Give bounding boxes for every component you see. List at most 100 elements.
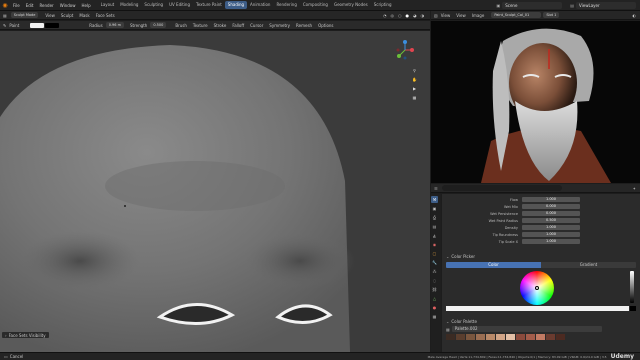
viewport-menu-view[interactable]: View	[45, 13, 55, 18]
secondary-color-swatch[interactable]	[45, 22, 60, 28]
tab-texture-paint[interactable]: Texture Paint	[193, 1, 225, 9]
viewport-menu-face-sets[interactable]: Face Sets	[96, 13, 115, 18]
brush-name[interactable]: Paint	[9, 23, 19, 28]
palette-swatch[interactable]	[506, 334, 515, 340]
pan-hand-icon[interactable]: ✋	[411, 76, 418, 83]
color-wheel-cursor[interactable]	[535, 286, 539, 290]
material-tab-icon[interactable]: ●	[431, 304, 438, 311]
output-tab-icon[interactable]: ⎙	[431, 214, 438, 221]
palette-swatch[interactable]	[466, 334, 475, 340]
menu-file[interactable]: File	[10, 3, 23, 8]
tab-rendering[interactable]: Rendering	[273, 1, 299, 9]
mode-selector[interactable]: Sculpt Mode	[10, 12, 39, 18]
tab-uv-editing[interactable]: UV Editing	[166, 1, 193, 9]
palette-swatch[interactable]	[456, 334, 465, 340]
color-wheel[interactable]	[520, 271, 554, 305]
tab-modeling[interactable]: Modeling	[117, 1, 141, 9]
property-field[interactable]: 0.500	[522, 218, 580, 223]
palette-swatch[interactable]	[486, 334, 495, 340]
palette-swatch[interactable]	[526, 334, 535, 340]
3d-viewport[interactable]: ⚲ ✋ ▶ ▦ › Face Sets Visibility	[0, 31, 430, 352]
palette-swatch[interactable]	[516, 334, 525, 340]
rendered-shading-icon[interactable]: ◑	[421, 13, 425, 18]
viewport-menu-mask[interactable]: Mask	[79, 13, 89, 18]
palette-name-field[interactable]: Palette.002	[451, 326, 602, 332]
palette-swatch[interactable]	[496, 334, 505, 340]
palette-swatch[interactable]	[546, 334, 555, 340]
popover-options[interactable]: Options	[318, 23, 333, 28]
image-menu-0[interactable]: View	[441, 13, 451, 18]
perspective-toggle-icon[interactable]: ▦	[411, 94, 418, 101]
menu-window[interactable]: Window	[57, 3, 79, 8]
menu-edit[interactable]: Edit	[23, 3, 37, 8]
tool-tab-icon[interactable]: ⚒	[431, 196, 438, 203]
display-channels-icon[interactable]: ◐	[633, 13, 637, 18]
modifier-tab-icon[interactable]: 🔧	[431, 259, 438, 266]
object-tab-icon[interactable]: ▢	[431, 250, 438, 257]
wireframe-shading-icon[interactable]: ○	[398, 13, 402, 18]
brush-icon[interactable]: ✎	[3, 23, 6, 28]
constraints-tab-icon[interactable]: ⛓	[431, 286, 438, 293]
scene-tab-icon[interactable]: ◭	[431, 232, 438, 239]
radius-field[interactable]: 0.96 m	[105, 22, 125, 28]
property-field[interactable]: 0.000	[522, 211, 580, 216]
popover-remesh[interactable]: Remesh	[296, 23, 312, 28]
texture-tab-icon[interactable]: ▦	[431, 313, 438, 320]
property-field[interactable]: 1.000	[522, 239, 580, 244]
property-field[interactable]: 1.000	[522, 232, 580, 237]
value-slider[interactable]	[630, 271, 634, 303]
physics-tab-icon[interactable]: ◌	[431, 277, 438, 284]
properties-editor-icon[interactable]: ☰	[434, 186, 438, 191]
popover-symmetry[interactable]: Symmetry	[269, 23, 290, 28]
property-field[interactable]: 0.000	[522, 204, 580, 209]
render-name-field[interactable]: Paint_Sculpt_Col_01	[491, 12, 542, 18]
tab-layout[interactable]: Layout	[98, 1, 118, 9]
tab-sculpting[interactable]: Sculpting	[141, 1, 166, 9]
particles-tab-icon[interactable]: ⁂	[431, 268, 438, 275]
editor-type-icon[interactable]: ▦	[3, 13, 7, 18]
viewport-menu-sculpt[interactable]: Sculpt	[61, 13, 74, 18]
popover-cursor[interactable]: Cursor	[250, 23, 263, 28]
property-field[interactable]: 1.000	[522, 197, 580, 202]
color-palette-panel-header[interactable]: ⌄ Color Palette	[442, 318, 640, 325]
popover-brush[interactable]: Brush	[175, 23, 187, 28]
palette-swatch[interactable]	[556, 334, 565, 340]
strength-field[interactable]: 0.500	[150, 22, 167, 28]
render-preview[interactable]	[431, 21, 640, 183]
color-swatch-bar[interactable]	[446, 306, 636, 311]
menu-render[interactable]: Render	[36, 3, 56, 8]
slot-selector[interactable]: Slot 1	[543, 12, 560, 18]
view-layer-tab-icon[interactable]: ▤	[431, 223, 438, 230]
palette-swatch[interactable]	[476, 334, 485, 340]
palette-swatch[interactable]	[536, 334, 545, 340]
popover-texture[interactable]: Texture	[193, 23, 208, 28]
image-menu-1[interactable]: View	[456, 13, 466, 18]
popover-falloff[interactable]: Falloff	[232, 23, 244, 28]
popover-stroke[interactable]: Stroke	[214, 23, 227, 28]
properties-search-field[interactable]	[441, 185, 562, 191]
material-shading-icon[interactable]: ◕	[413, 13, 417, 18]
view-layer-selector[interactable]: ViewLayer	[576, 1, 636, 9]
visibility-icon[interactable]: ◔	[383, 13, 387, 18]
palette-swatch[interactable]	[446, 334, 455, 340]
color-picker-panel-header[interactable]: ⌄ Color Picker	[442, 253, 640, 260]
navigation-gizmo[interactable]	[394, 39, 416, 61]
solid-shading-icon[interactable]: ●	[406, 13, 410, 18]
brush-color-swatch[interactable]	[30, 22, 45, 28]
render-tab-icon[interactable]: ▣	[431, 205, 438, 212]
tab-compositing[interactable]: Compositing	[300, 1, 331, 9]
tab-scripting[interactable]: Scripting	[371, 1, 395, 9]
menu-help[interactable]: Help	[78, 3, 93, 8]
tab-shading[interactable]: Shading	[224, 1, 248, 9]
zoom-icon[interactable]: ⚲	[411, 67, 418, 74]
world-tab-icon[interactable]: ◉	[431, 241, 438, 248]
scene-selector[interactable]: Scene	[502, 1, 563, 9]
tab-geometry-nodes[interactable]: Geometry Nodes	[331, 1, 371, 9]
data-tab-icon[interactable]: △	[431, 295, 438, 302]
pin-icon[interactable]: ✦	[633, 186, 636, 191]
overlay-icon[interactable]: ◎	[391, 13, 395, 18]
property-field[interactable]: 1.000	[522, 225, 580, 230]
blender-logo-icon[interactable]: ◉	[0, 0, 10, 10]
last-operator-panel[interactable]: › Face Sets Visibility	[2, 332, 49, 338]
tab-animation[interactable]: Animation	[247, 1, 273, 9]
